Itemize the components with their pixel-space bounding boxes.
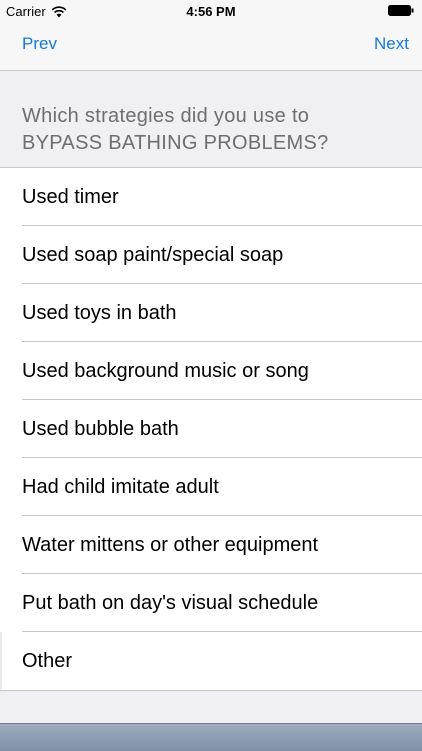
question-line-1: Which strategies did you use to <box>22 105 310 127</box>
option-used-toys-in-bath[interactable]: Used toys in bath <box>0 284 422 342</box>
option-used-soap-paint[interactable]: Used soap paint/special soap <box>0 226 422 284</box>
option-label: Used timer <box>22 186 119 208</box>
battery-icon <box>388 5 414 16</box>
option-label: Used soap paint/special soap <box>22 244 284 266</box>
options-list: Used timer Used soap paint/special soap … <box>0 167 422 691</box>
bottom-toolbar <box>0 723 422 751</box>
option-used-background-music[interactable]: Used background music or song <box>0 342 422 400</box>
question-header: Which strategies did you use to BYPASS B… <box>0 71 422 167</box>
option-water-mittens[interactable]: Water mittens or other equipment <box>0 516 422 574</box>
question-text: Which strategies did you use to BYPASS B… <box>22 103 402 157</box>
option-label: Used background music or song <box>22 360 309 382</box>
option-label: Had child imitate adult <box>22 476 219 498</box>
option-had-child-imitate-adult[interactable]: Had child imitate adult <box>0 458 422 516</box>
option-label: Used bubble bath <box>22 418 179 440</box>
option-label: Water mittens or other equipment <box>22 534 319 556</box>
prev-button[interactable]: Prev <box>22 34 57 54</box>
status-bar: Carrier 4:56 PM <box>0 0 422 22</box>
option-label: Used toys in bath <box>22 302 177 324</box>
option-used-bubble-bath[interactable]: Used bubble bath <box>0 400 422 458</box>
option-put-bath-on-schedule[interactable]: Put bath on day's visual schedule <box>0 574 422 632</box>
option-used-timer[interactable]: Used timer <box>0 168 422 226</box>
question-line-2: BYPASS BATHING PROBLEMS? <box>22 132 329 154</box>
status-time: 4:56 PM <box>186 4 236 19</box>
option-other[interactable]: Other <box>0 632 422 690</box>
nav-bar: Prev Next <box>0 22 422 71</box>
next-button[interactable]: Next <box>374 34 409 54</box>
option-label: Put bath on day's visual schedule <box>22 592 319 614</box>
option-label: Other <box>22 650 73 672</box>
